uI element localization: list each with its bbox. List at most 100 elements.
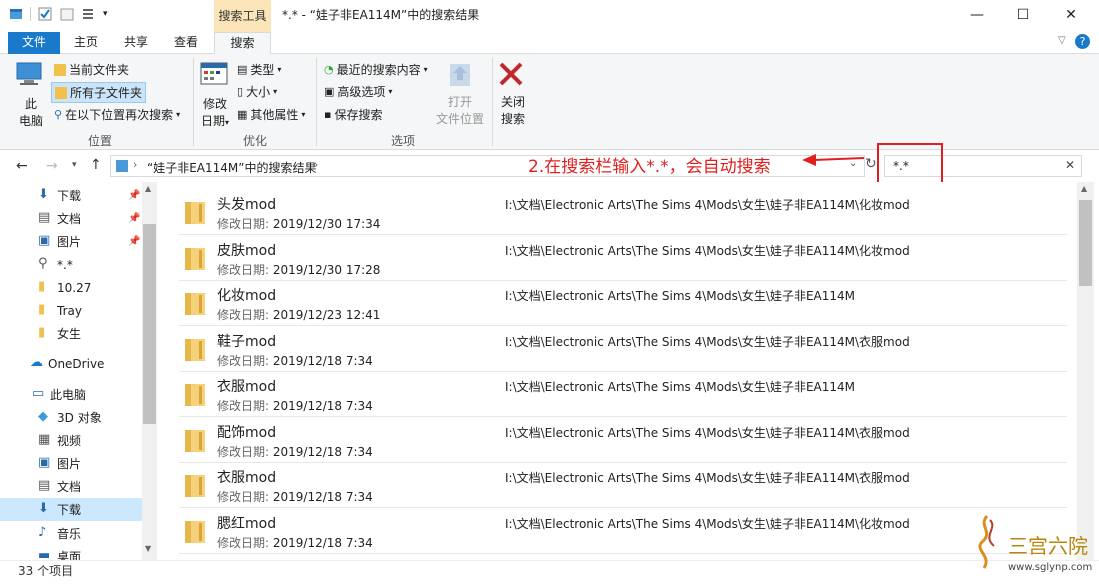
sidebar-item[interactable]: ▦ 视频 bbox=[0, 429, 142, 452]
sidebar-item[interactable]: ⬇ 下载 📌 bbox=[0, 184, 142, 207]
scroll-down-icon[interactable]: ▼ bbox=[145, 544, 151, 553]
size-button[interactable]: ▯ 大小 ▾ bbox=[237, 83, 277, 100]
recent-searches-button[interactable]: ◔ 最近的搜索内容 ▾ bbox=[324, 61, 428, 78]
content-scrollbar[interactable]: ▲ bbox=[1077, 182, 1094, 560]
sidebar-item-label: 下载 bbox=[57, 503, 82, 517]
picture-icon: ▣ bbox=[38, 455, 51, 470]
folder-icon bbox=[185, 429, 205, 452]
watermark-url: www.sglynp.com bbox=[1008, 562, 1093, 573]
save-icon: ▪ bbox=[324, 108, 332, 121]
maximize-button[interactable]: ☐ bbox=[1000, 0, 1046, 30]
table-row[interactable]: 头发mod 修改日期: 2019/12/30 17:34 I:\文档\Electro… bbox=[179, 190, 1067, 235]
file-date: 修改日期: 2019/12/18 7:34 bbox=[217, 490, 373, 504]
sidebar-item[interactable]: ▣ 图片 bbox=[0, 452, 142, 475]
table-row[interactable]: 衣服mod 修改日期: 2019/12/18 7:34 I:\文档\Electron… bbox=[179, 463, 1067, 508]
sidebar-item[interactable]: ▣ 图片 📌 bbox=[0, 230, 142, 253]
table-row[interactable]: 鞋子mod 修改日期: 2019/12/18 7:34 I:\文档\Electron… bbox=[179, 327, 1067, 372]
customize-icon[interactable] bbox=[81, 6, 97, 22]
scroll-up-icon[interactable]: ▲ bbox=[1081, 184, 1087, 193]
advanced-options-button[interactable]: ▣ 高级选项 ▾ bbox=[324, 83, 392, 100]
tab-home[interactable]: 主页 bbox=[68, 32, 104, 54]
current-folder-button[interactable]: 当前文件夹 bbox=[54, 61, 129, 78]
recent-searches-label: 最近的搜索内容 bbox=[336, 63, 421, 77]
tab-file[interactable]: 文件 bbox=[8, 32, 60, 54]
sidebar-item[interactable]: ▮ 女生 bbox=[0, 322, 142, 345]
tab-view[interactable]: 查看 bbox=[168, 32, 204, 54]
file-path: I:\文档\Electronic Arts\The Sims 4\Mods\女生… bbox=[505, 516, 910, 531]
table-row[interactable]: 化妆mod 修改日期: 2019/12/23 12:41 I:\文档\Electro… bbox=[179, 281, 1067, 326]
folder-icon bbox=[185, 475, 205, 497]
kind-label: 类型 bbox=[250, 63, 275, 77]
address-path: “娃子非EA114M”中的搜索结果 bbox=[147, 161, 317, 175]
computer-icon bbox=[16, 62, 42, 85]
nav-scrollbar[interactable]: ▲ ▼ bbox=[142, 182, 157, 560]
sidebar-item[interactable]: ▤ 文档 bbox=[0, 475, 142, 498]
kind-button[interactable]: ▤ 类型 ▾ bbox=[237, 61, 281, 78]
help-icon[interactable]: ? bbox=[1075, 34, 1090, 49]
recent-locations-icon[interactable]: ▾ bbox=[72, 160, 77, 170]
date-label2: 日期▾ bbox=[200, 114, 230, 128]
sidebar-item[interactable]: ▤ 文档 📌 bbox=[0, 207, 142, 230]
file-path: I:\文档\Electronic Arts\The Sims 4\Mods\女生… bbox=[505, 380, 855, 394]
content-scroll-thumb[interactable] bbox=[1079, 200, 1092, 286]
all-subfolders-button[interactable]: 所有子文件夹 bbox=[51, 82, 147, 103]
clear-search-icon[interactable]: ✕ bbox=[1065, 158, 1075, 172]
sidebar-item[interactable]: ◆ 3D 对象 bbox=[0, 406, 142, 429]
chevron-down-icon[interactable]: ▾ bbox=[103, 9, 108, 19]
minimize-icon: — bbox=[970, 7, 984, 23]
refresh-icon[interactable]: ↻ bbox=[865, 156, 877, 172]
chevron-down-icon: ▾ bbox=[388, 87, 393, 96]
sidebar-item[interactable]: ▬ 桌面 bbox=[0, 545, 142, 561]
tab-search[interactable]: 搜索 bbox=[214, 32, 271, 55]
this-pc-label1: 此 bbox=[24, 97, 37, 111]
date-modified-button[interactable]: 修改 日期▾ bbox=[199, 60, 231, 130]
table-row[interactable]: 衣服mod 修改日期: 2019/12/18 7:34 I:\文档\Electron… bbox=[179, 372, 1067, 417]
sidebar-item[interactable]: ⬇ 下载 bbox=[0, 498, 142, 521]
back-arrow-icon[interactable]: ← bbox=[16, 158, 28, 174]
up-arrow-icon[interactable]: ↑ bbox=[90, 157, 102, 173]
open-location-label2: 文件位置 bbox=[435, 112, 484, 126]
file-path: I:\文档\Electronic Arts\The Sims 4\Mods\女生… bbox=[505, 471, 910, 485]
sidebar-item[interactable]: ▮ Tray bbox=[0, 299, 142, 322]
table-row[interactable]: 腮红mod 修改日期: 2019/12/18 7:34 I:\文档\Electron… bbox=[179, 509, 1067, 554]
sidebar-item[interactable]: ☁ OneDrive bbox=[0, 352, 142, 375]
current-folder-label: 当前文件夹 bbox=[69, 63, 130, 77]
collapse-ribbon-icon[interactable]: ▽ bbox=[1058, 35, 1066, 46]
minimize-button[interactable]: — bbox=[954, 0, 1000, 30]
sidebar-item[interactable]: ⚲ *.* bbox=[0, 253, 142, 276]
file-date: 修改日期: 2019/12/18 7:34 bbox=[217, 399, 373, 413]
sidebar-item-label: 桌面 bbox=[57, 550, 82, 560]
file-name: 衣服mod bbox=[217, 470, 277, 486]
sidebar-item[interactable]: ♪ 音乐 bbox=[0, 522, 142, 545]
document-icon: ▤ bbox=[38, 478, 51, 493]
table-row[interactable]: 皮肤mod 修改日期: 2019/12/30 17:28 I:\文档\Electro… bbox=[179, 236, 1067, 281]
tab-share[interactable]: 共享 bbox=[118, 32, 154, 54]
properties-check-icon[interactable] bbox=[37, 6, 53, 22]
this-pc-button[interactable]: 此 电脑 bbox=[14, 60, 48, 130]
table-row[interactable]: 配饰mod 修改日期: 2019/12/18 7:34 I:\文档\Electron… bbox=[179, 418, 1067, 463]
quick-access-toolbar: ▾ bbox=[8, 6, 108, 22]
file-date: 修改日期: 2019/12/23 12:41 bbox=[217, 308, 381, 322]
open-file-location-button[interactable]: 打开 文件位置 bbox=[434, 60, 486, 130]
forward-arrow-icon[interactable]: → bbox=[46, 158, 58, 174]
sidebar-item[interactable]: ▭ 此电脑 bbox=[0, 383, 142, 406]
close-search-button[interactable]: 关闭 搜索 bbox=[497, 60, 529, 130]
explorer-icon bbox=[116, 160, 128, 172]
search-results-list: 头发mod 修改日期: 2019/12/30 17:34 I:\文档\Electro… bbox=[157, 182, 1077, 560]
search-again-button[interactable]: ⚲ 在以下位置再次搜索 ▾ bbox=[54, 106, 180, 123]
sidebar-item-label: 下载 bbox=[57, 189, 82, 203]
sidebar-item[interactable]: ▮ 10.27 bbox=[0, 276, 142, 299]
save-search-button[interactable]: ▪ 保存搜索 bbox=[324, 106, 382, 123]
close-window-button[interactable]: ✕ bbox=[1046, 0, 1096, 30]
scroll-up-icon[interactable]: ▲ bbox=[145, 184, 151, 193]
annotation-text: 2.在搜索栏输入*.*，会自动搜索 bbox=[528, 157, 771, 177]
nav-scroll-thumb[interactable] bbox=[143, 224, 156, 424]
download-icon: ⬇ bbox=[38, 187, 49, 202]
sidebar-item-label: 3D 对象 bbox=[57, 411, 102, 425]
other-props-button[interactable]: ▦ 其他属性 ▾ bbox=[237, 106, 305, 123]
new-folder-icon[interactable] bbox=[59, 6, 75, 22]
sidebar-item-label: 此电脑 bbox=[50, 388, 87, 402]
file-name: 头发mod bbox=[217, 197, 277, 213]
chevron-right-icon: › bbox=[314, 158, 319, 171]
phoenix-logo-icon bbox=[978, 514, 995, 569]
